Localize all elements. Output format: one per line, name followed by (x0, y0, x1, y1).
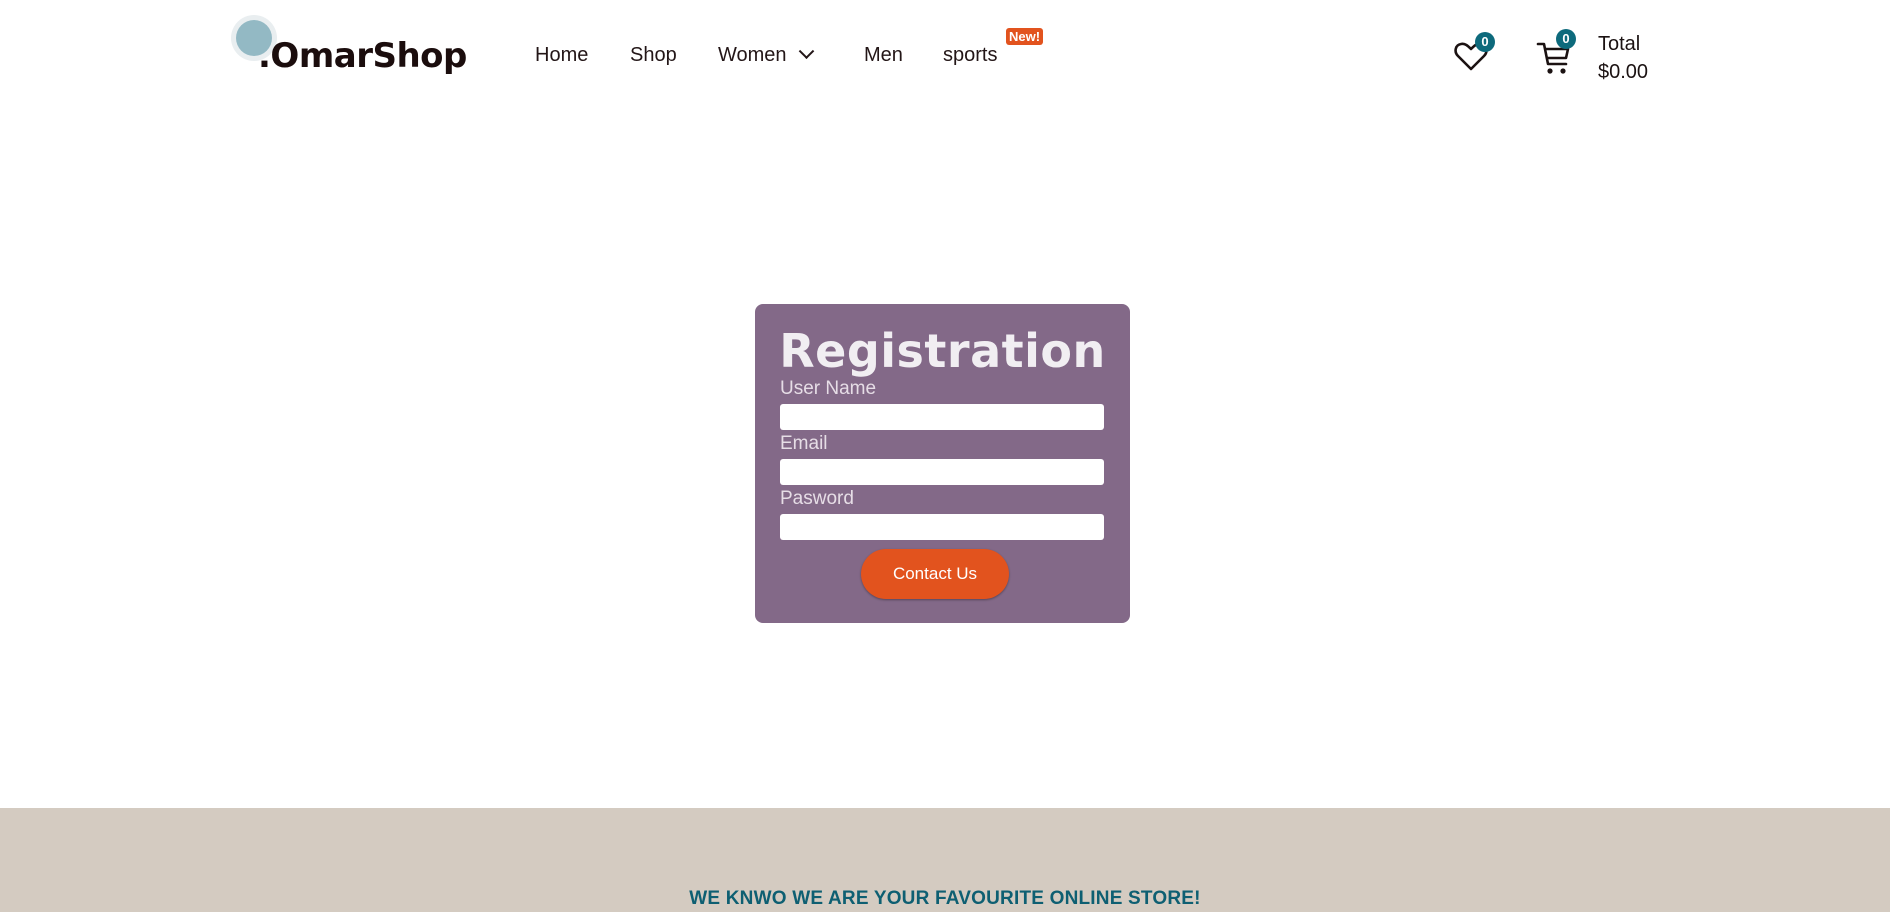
wishlist-button[interactable]: 0 (1454, 32, 1495, 76)
site-header: .OmarShop Home Shop Women Men sports New… (0, 0, 1890, 110)
cart-count-badge: 0 (1556, 29, 1576, 49)
nav-sports[interactable]: sports (943, 44, 997, 67)
nav-women-label: Women (718, 44, 787, 66)
email-label: Email (780, 433, 828, 454)
nav-women[interactable]: Women (718, 43, 814, 67)
nav-men[interactable]: Men (864, 44, 903, 67)
username-label: User Name (780, 378, 877, 399)
logo-text: .OmarShop (258, 36, 467, 76)
new-badge: New! (1006, 28, 1044, 45)
cart-button[interactable]: 0 (1536, 29, 1576, 76)
nav-home[interactable]: Home (535, 44, 588, 67)
chevron-down-icon (798, 43, 814, 60)
nav-shop[interactable]: Shop (630, 44, 677, 67)
form-title: Registration (779, 324, 1106, 378)
contact-us-button[interactable]: Contact Us (861, 549, 1009, 599)
total-label: Total (1598, 33, 1641, 55)
username-input[interactable] (780, 404, 1104, 430)
email-input[interactable] (780, 459, 1104, 485)
total-value: $0.00 (1598, 61, 1649, 83)
wishlist-count-badge: 0 (1475, 32, 1495, 52)
password-input[interactable] (780, 514, 1104, 540)
site-logo[interactable]: .OmarShop (234, 16, 474, 86)
cart-total[interactable]: Total $0.00 (1598, 30, 1648, 86)
registration-form: Registration User Name Email Pasword Con… (755, 304, 1130, 623)
footer-tagline: WE KNWO WE ARE YOUR FAVOURITE ONLINE STO… (689, 888, 1201, 909)
password-label: Pasword (780, 488, 854, 509)
footer-band: WE KNWO WE ARE YOUR FAVOURITE ONLINE STO… (0, 808, 1890, 912)
